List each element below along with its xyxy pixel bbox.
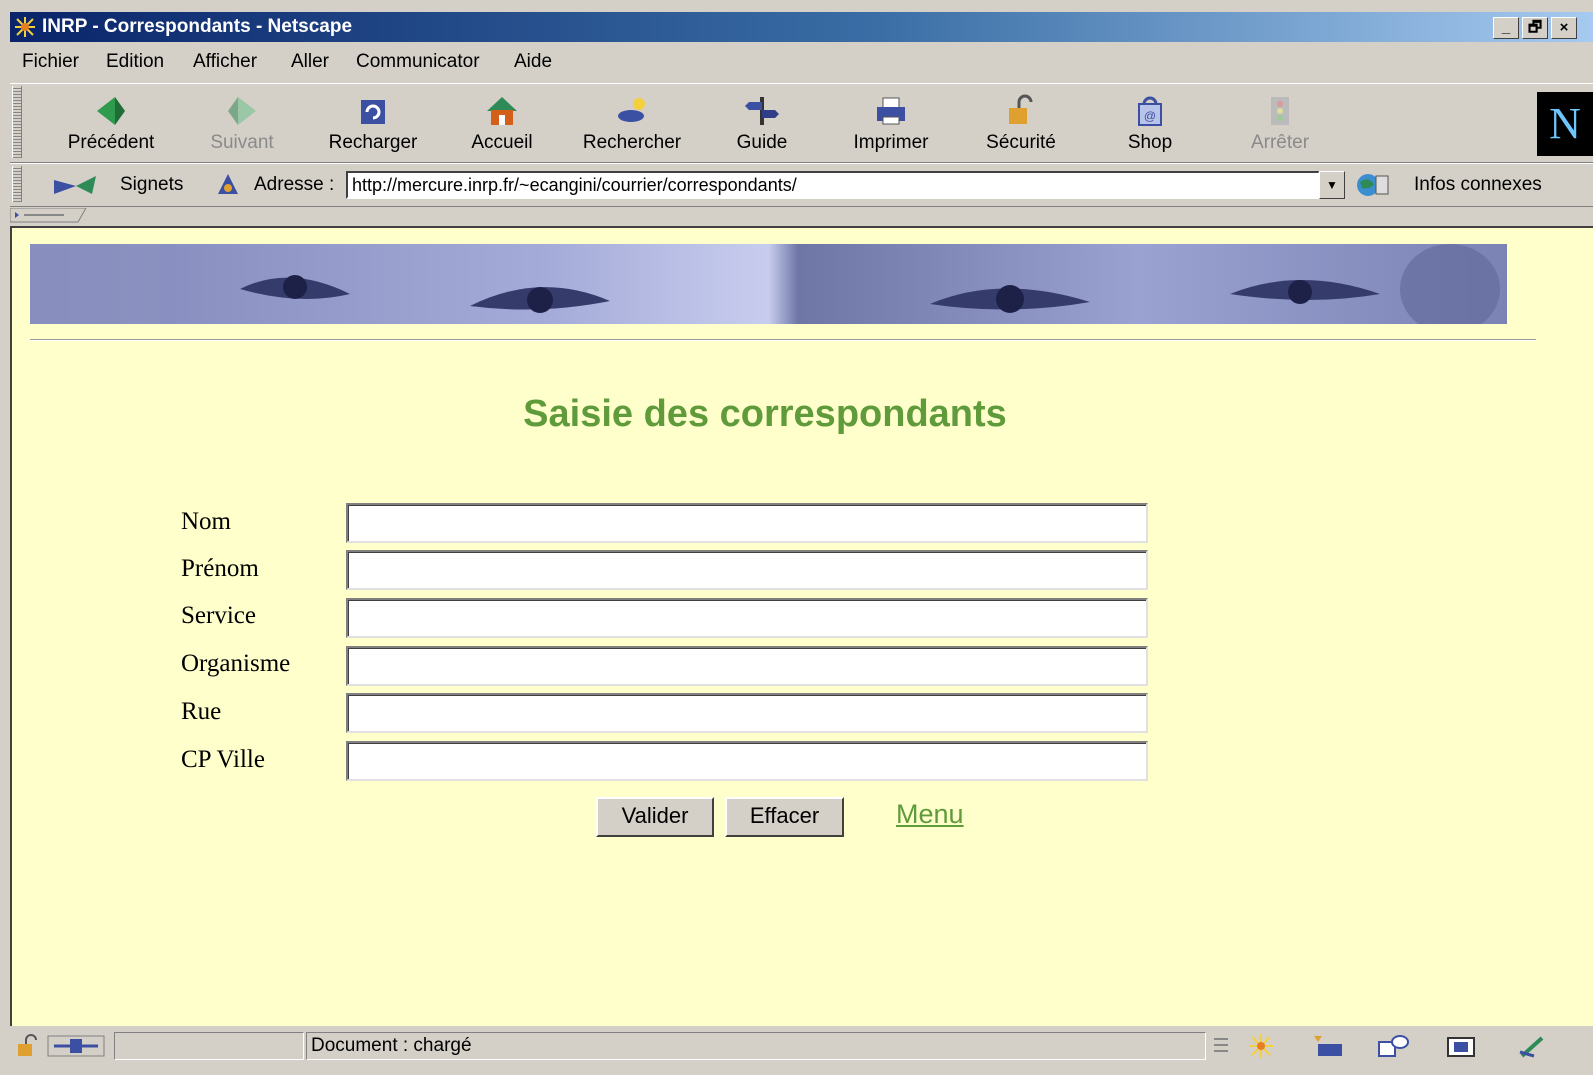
- window-title-bar[interactable]: INRP - Correspondants - Netscape _ 🗗 ×: [10, 12, 1593, 42]
- navigation-toolbar: Précédent Suivant Recharger Accueil Rech…: [10, 83, 1593, 163]
- menu-link[interactable]: Menu: [896, 799, 964, 830]
- url-field[interactable]: http://mercure.inrp.fr/~ecangini/courrie…: [346, 171, 1320, 199]
- menu-aller[interactable]: Aller: [291, 51, 329, 73]
- maximize-button[interactable]: 🗗: [1522, 17, 1548, 39]
- stop-button[interactable]: Arrêter: [1225, 88, 1335, 158]
- security-label: Sécurité: [986, 132, 1056, 153]
- navigator-icon[interactable]: [1244, 1032, 1278, 1060]
- security-button[interactable]: Sécurité: [966, 88, 1076, 158]
- netscape-logo[interactable]: N: [1537, 92, 1593, 156]
- svg-text:@: @: [1144, 109, 1156, 123]
- home-icon: [487, 97, 517, 125]
- label-cp-ville: CP Ville: [181, 746, 265, 773]
- forward-label: Suivant: [210, 132, 274, 153]
- reload-button[interactable]: Recharger: [318, 88, 428, 158]
- composer-icon[interactable]: [1516, 1032, 1550, 1060]
- menu-aide[interactable]: Aide: [514, 51, 552, 73]
- page-content: Saisie des correspondants Nom Prénom Ser…: [10, 226, 1593, 1026]
- label-rue: Rue: [181, 698, 222, 725]
- newsgroups-icon[interactable]: [1376, 1032, 1410, 1060]
- label-service: Service: [181, 602, 256, 629]
- menu-afficher[interactable]: Afficher: [193, 51, 257, 73]
- address-label: Adresse :: [254, 174, 335, 195]
- rue-input[interactable]: [346, 693, 1148, 733]
- stop-label: Arrêter: [1250, 132, 1310, 153]
- bookmarks-icon: [54, 176, 96, 194]
- forward-button[interactable]: Suivant: [187, 88, 297, 158]
- url-dropdown-button[interactable]: ▼: [1319, 171, 1345, 199]
- organisme-input[interactable]: [346, 646, 1148, 686]
- nom-input[interactable]: [346, 503, 1148, 543]
- netscape-app-icon: [15, 17, 35, 37]
- toolbar-grip[interactable]: [12, 86, 22, 158]
- location-bar: Signets Adresse : http://mercure.inrp.fr…: [10, 163, 1593, 207]
- mail-icon[interactable]: [1312, 1032, 1346, 1060]
- reload-icon: [361, 100, 385, 124]
- print-label: Imprimer: [853, 132, 929, 153]
- home-button[interactable]: Accueil: [447, 88, 557, 158]
- window-title: INRP - Correspondants - Netscape: [42, 16, 353, 37]
- home-label: Accueil: [471, 132, 533, 153]
- page-proxy-icon[interactable]: [214, 172, 242, 198]
- component-grip-icon[interactable]: [1210, 1034, 1232, 1058]
- collapsed-toolbar-icon: [10, 208, 87, 223]
- bookmarks-button[interactable]: Signets: [120, 174, 183, 196]
- status-text-panel: Document : chargé: [306, 1032, 1206, 1060]
- guide-icon: [745, 97, 779, 125]
- printer-icon: [877, 97, 905, 125]
- lock-icon: [1009, 94, 1033, 124]
- valider-button[interactable]: Valider: [596, 797, 714, 837]
- back-arrow-icon: [97, 97, 125, 125]
- search-button[interactable]: Rechercher: [577, 88, 687, 158]
- back-button[interactable]: Précédent: [56, 88, 166, 158]
- location-grip[interactable]: [12, 166, 22, 202]
- cp-ville-input[interactable]: [346, 741, 1148, 781]
- prenom-input[interactable]: [346, 550, 1148, 590]
- personal-toolbar-tab[interactable]: [10, 207, 1593, 225]
- status-bar: Document : chargé: [10, 1030, 1593, 1075]
- component-bar: [1208, 1032, 1593, 1060]
- forward-arrow-icon: [228, 97, 256, 125]
- label-prenom: Prénom: [181, 555, 259, 582]
- menu-bar: Fichier Edition Afficher Aller Communica…: [10, 44, 1593, 80]
- shop-bag-icon: @: [1138, 96, 1162, 126]
- stop-icon: [1271, 97, 1289, 125]
- shop-label: Shop: [1127, 132, 1173, 153]
- service-input[interactable]: [346, 598, 1148, 638]
- label-nom: Nom: [181, 508, 231, 535]
- search-label: Rechercher: [582, 132, 682, 153]
- globe-icon: [1357, 174, 1389, 196]
- banner-image: [30, 244, 1507, 324]
- effacer-button[interactable]: Effacer: [725, 797, 844, 837]
- status-text: Document : chargé: [311, 1035, 472, 1056]
- menu-communicator[interactable]: Communicator: [356, 51, 480, 73]
- back-label: Précédent: [67, 132, 155, 153]
- page-title: Saisie des correspondants: [523, 393, 1007, 435]
- print-button[interactable]: Imprimer: [836, 88, 946, 158]
- progress-panel: [114, 1032, 304, 1060]
- security-lock-icon[interactable]: [14, 1034, 42, 1058]
- minimize-button[interactable]: _: [1493, 17, 1519, 39]
- horizontal-rule: [30, 339, 1536, 341]
- guide-button[interactable]: Guide: [707, 88, 817, 158]
- menu-edition[interactable]: Edition: [106, 51, 164, 73]
- label-organisme: Organisme: [181, 650, 291, 677]
- search-icon: [618, 98, 645, 122]
- close-button[interactable]: ×: [1551, 17, 1577, 39]
- reload-label: Recharger: [328, 132, 418, 153]
- guide-label: Guide: [736, 132, 788, 153]
- connection-plug-icon: [47, 1035, 105, 1057]
- menu-fichier[interactable]: Fichier: [22, 51, 79, 73]
- related-links-button[interactable]: Infos connexes: [1414, 174, 1542, 196]
- shop-button[interactable]: @ Shop: [1095, 88, 1205, 158]
- address-book-icon[interactable]: [1444, 1032, 1478, 1060]
